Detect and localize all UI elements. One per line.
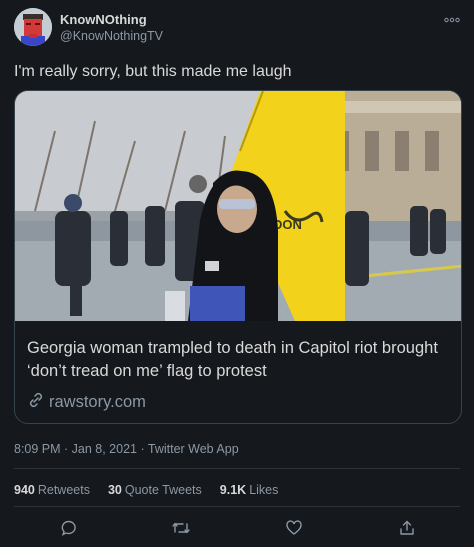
avatar[interactable] (14, 8, 52, 46)
link-card[interactable]: DON Georgia woman trampled to death in C… (14, 90, 462, 424)
divider-top (14, 468, 460, 469)
share-icon[interactable] (394, 515, 420, 541)
retweets-stat[interactable]: 940 Retweets (14, 483, 90, 497)
likes-count: 9.1K (219, 483, 247, 497)
tweet-timestamp[interactable]: 8:09 PM · Jan 8, 2021 · Twitter Web App (14, 442, 239, 456)
like-icon[interactable] (281, 515, 307, 541)
divider-bottom (14, 506, 460, 507)
retweets-label: Retweets (37, 483, 90, 497)
card-title[interactable]: Georgia woman trampled to death in Capit… (27, 337, 449, 383)
author-name[interactable]: KnowNOthing (60, 12, 147, 27)
reply-icon[interactable] (56, 515, 82, 541)
link-icon (27, 391, 45, 414)
card-domain: rawstory.com (49, 393, 146, 411)
author-handle[interactable]: @KnowNothingTV (60, 29, 163, 43)
likes-label: Likes (249, 483, 279, 497)
retweets-count: 940 (14, 483, 35, 497)
retweet-icon[interactable] (168, 515, 194, 541)
card-image: DON (15, 91, 461, 321)
quote-tweets-count: 30 (107, 483, 122, 497)
likes-stat[interactable]: 9.1K Likes (220, 483, 279, 497)
quote-tweets-label: Quote Tweets (124, 483, 202, 497)
more-options-icon[interactable] (440, 12, 460, 26)
quote-tweets-stat[interactable]: 30 Quote Tweets (108, 483, 202, 497)
tweet-header: KnowNOthing @KnowNothingTV (14, 8, 460, 48)
card-domain-link[interactable]: rawstory.com (27, 391, 146, 414)
tweet-actions (14, 515, 460, 541)
tweet-text: I'm really sorry, but this made me laugh (14, 63, 292, 80)
tweet-stats: 940 Retweets 30 Quote Tweets 9.1K Likes (14, 483, 278, 497)
